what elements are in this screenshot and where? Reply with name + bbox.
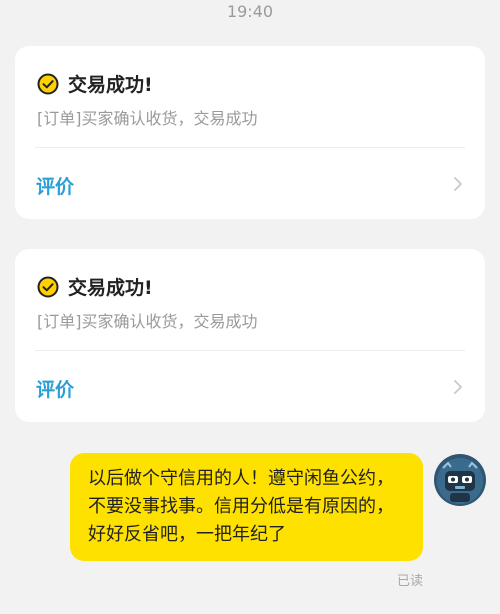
outgoing-message-bubble[interactable]: 以后做个守信用的人！遵守闲鱼公约，不要没事找事。信用分低是有原因的，好好反省吧，… <box>70 453 423 561</box>
order-status-card: 交易成功! [订单]买家确认收货，交易成功 评价 <box>15 249 485 422</box>
order-status-card: 交易成功! [订单]买家确认收货，交易成功 评价 <box>15 46 485 219</box>
read-status: 已读 <box>397 574 424 589</box>
check-circle-icon <box>37 73 59 94</box>
card-title-row: 交易成功! <box>37 273 153 300</box>
chat-timestamp: 19:40 <box>226 2 274 21</box>
check-circle-icon <box>37 276 59 297</box>
review-button[interactable]: 评价 <box>15 351 485 422</box>
card-title: 交易成功! <box>68 74 153 96</box>
card-subtitle: [订单]买家确认收货，交易成功 <box>37 109 258 128</box>
chevron-right-icon <box>454 380 462 394</box>
card-title: 交易成功! <box>68 277 153 299</box>
review-button[interactable]: 评价 <box>15 148 485 219</box>
chevron-right-icon <box>454 177 462 191</box>
card-title-row: 交易成功! <box>37 70 153 97</box>
review-label: 评价 <box>36 176 75 198</box>
card-subtitle: [订单]买家确认收货，交易成功 <box>37 312 258 331</box>
robot-avatar-icon <box>434 454 486 506</box>
review-label: 评价 <box>36 379 75 401</box>
avatar[interactable] <box>434 454 486 506</box>
